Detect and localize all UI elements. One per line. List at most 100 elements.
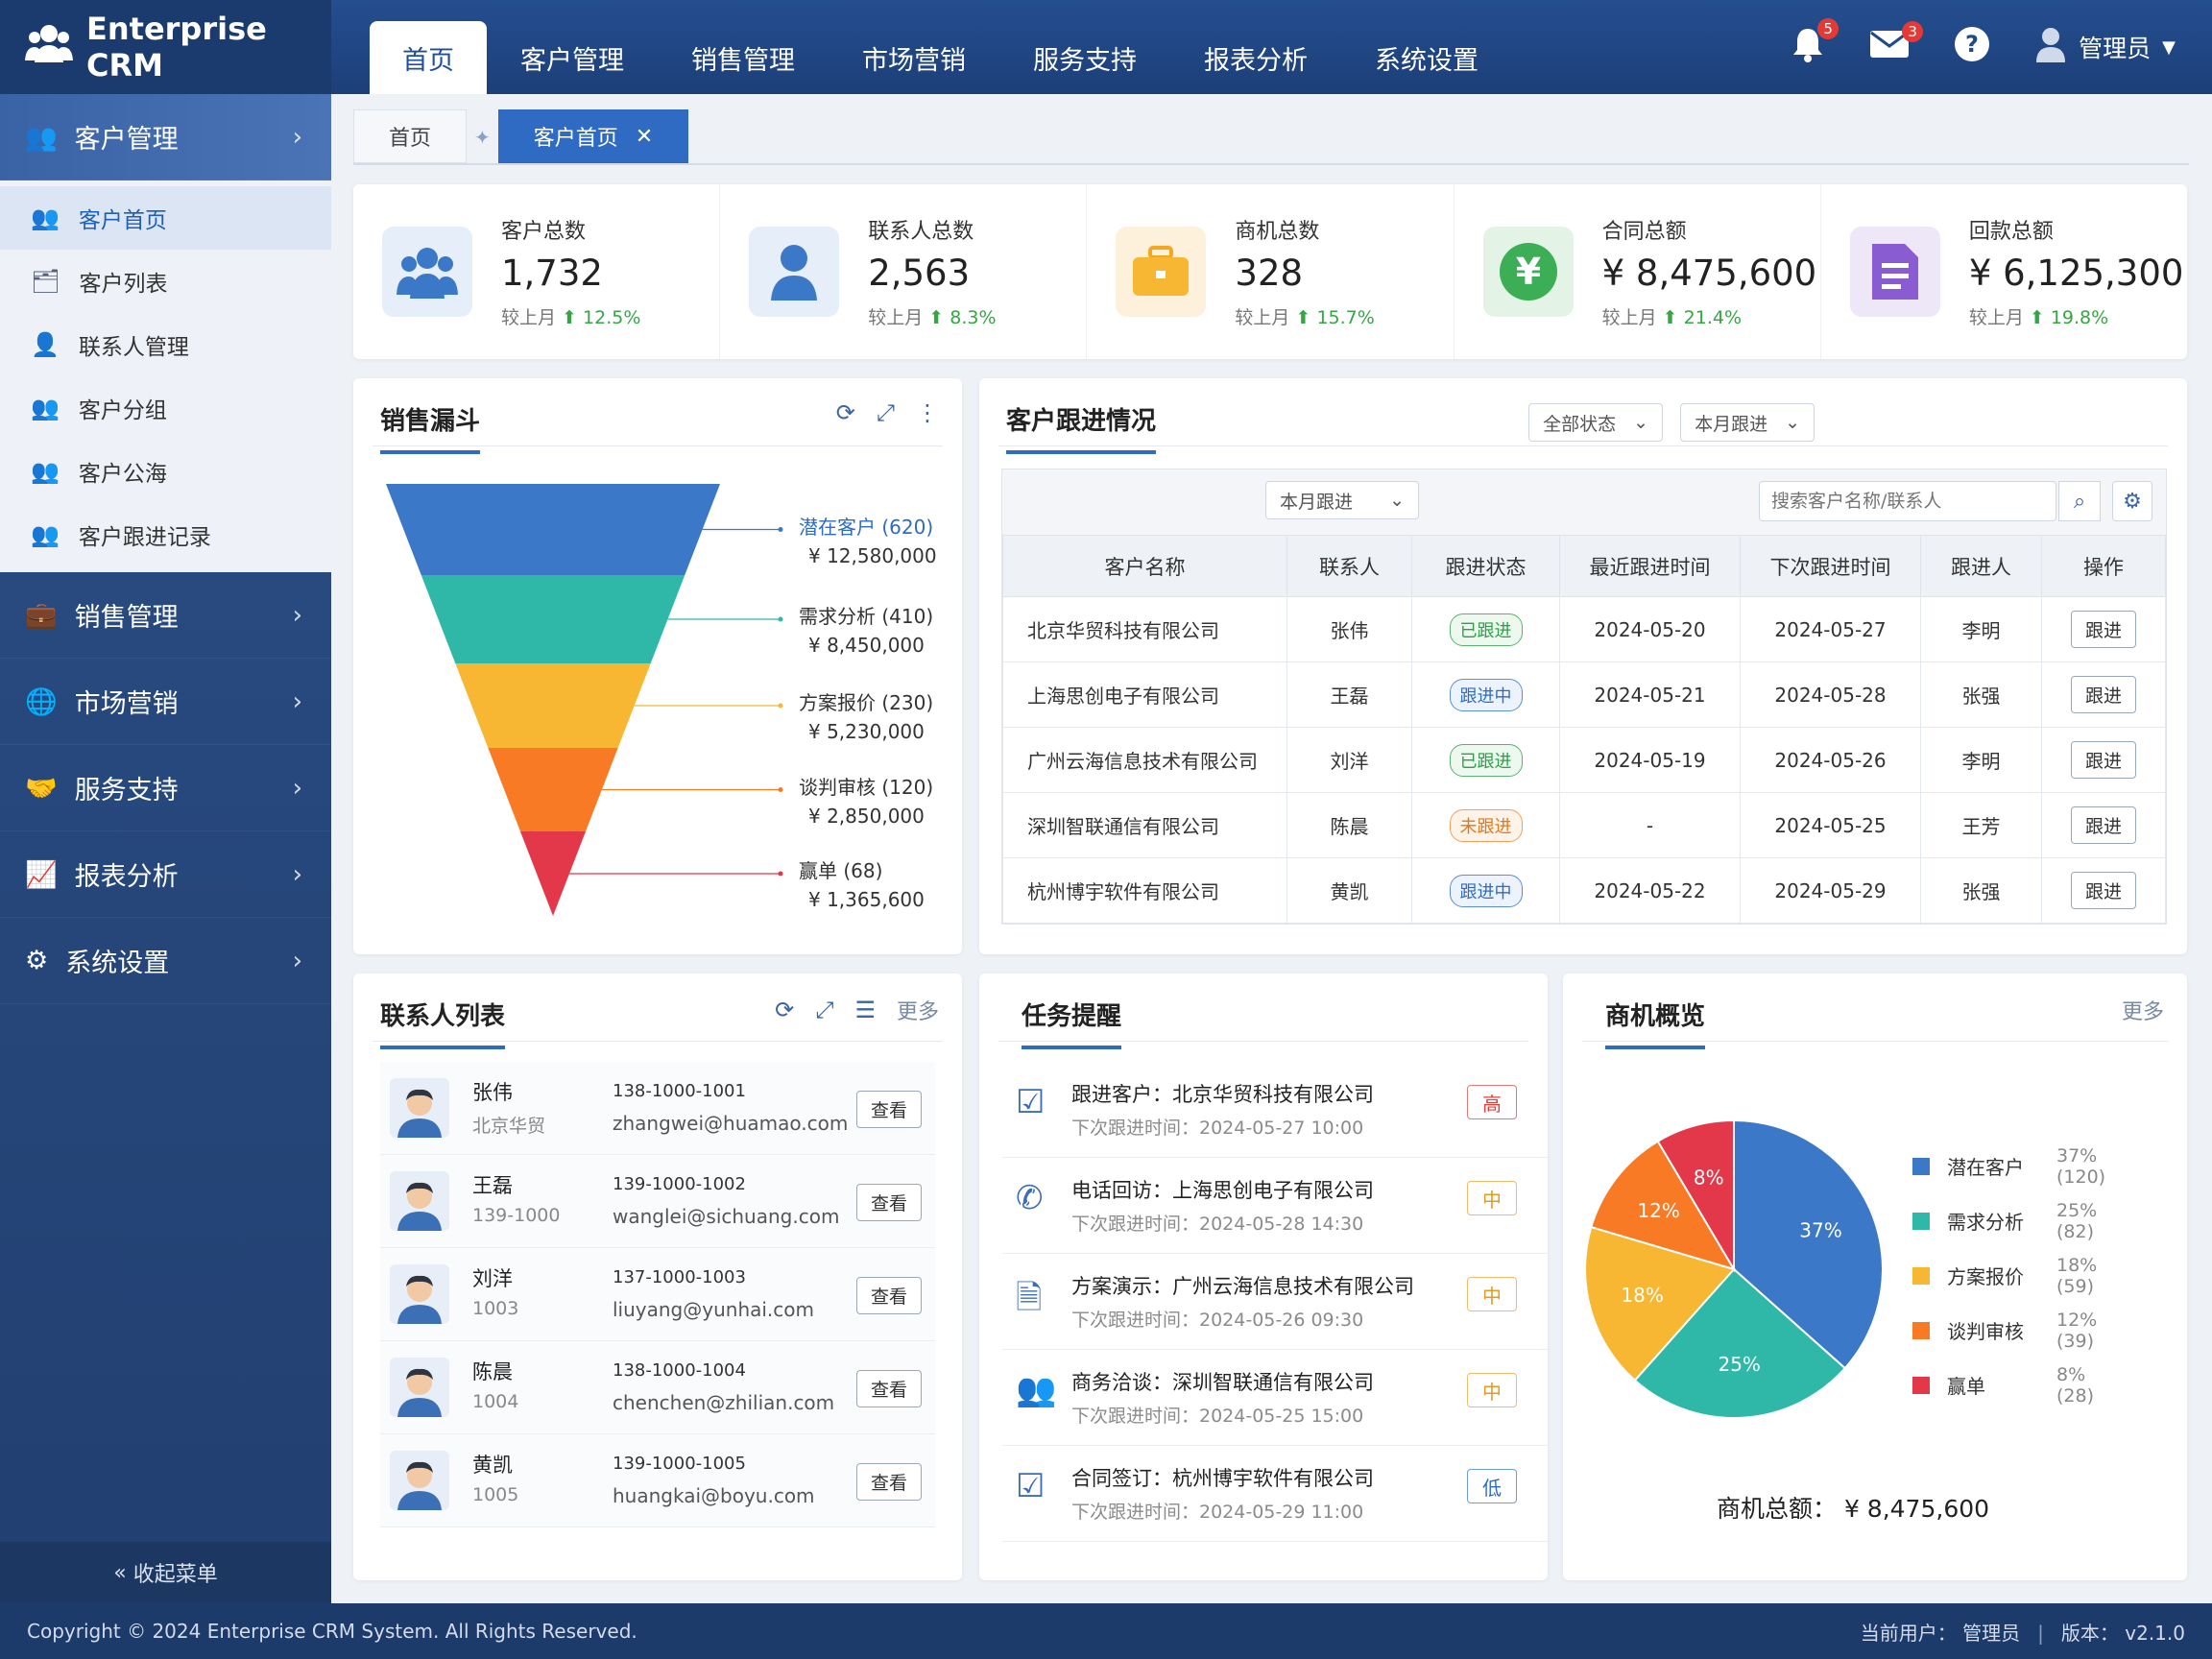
cell-customer-name[interactable]: 杭州博宇软件有限公司 [1002, 857, 1287, 924]
cell-customer-name[interactable]: 北京华贸科技有限公司 [1002, 596, 1287, 662]
sidebar-item-customer-list[interactable]: 🗂 客户列表 [0, 250, 331, 313]
contact-name[interactable]: 黄凯 [472, 1450, 513, 1479]
followup-button[interactable]: 跟进 [2070, 806, 2136, 844]
task-item[interactable]: 👥 商务洽谈：深圳智联通信有限公司 下次跟进时间：2024-05-25 15:00 中 [1002, 1350, 1550, 1446]
app-logo[interactable]: Enterprise CRM [0, 0, 331, 94]
sidebar-group-sales[interactable]: 💼 销售管理 › [0, 572, 331, 659]
nav-home[interactable]: 首页 [370, 21, 487, 94]
task-item[interactable]: ☑ 合同签订：杭州博宇软件有限公司 下次跟进时间：2024-05-29 11:00 低 [1002, 1446, 1550, 1542]
view-contact-button[interactable]: 查看 [855, 1370, 922, 1407]
cell-action: 跟进 [2041, 596, 2166, 662]
task-title: 电话回访：上海思创电子有限公司 [1071, 1179, 1374, 1202]
sidebar-item-label: 客户首页 [78, 208, 167, 233]
nav-settings[interactable]: 系统设置 [1341, 21, 1512, 94]
nav-sales[interactable]: 销售管理 [658, 21, 829, 94]
sidebar-group-reports[interactable]: 📈 报表分析 › [0, 831, 331, 918]
sidebar-item-followup-records[interactable]: 👥 客户跟进记录 [0, 503, 331, 566]
users-icon: 👥 [31, 458, 60, 485]
followup-button[interactable]: 跟进 [2070, 741, 2136, 779]
nav-reports[interactable]: 报表分析 [1170, 21, 1341, 94]
tab-customer-home[interactable]: 客户首页 ✕ [497, 109, 689, 163]
cell-customer-name[interactable]: 深圳智联通信有限公司 [1002, 792, 1287, 858]
status-filter-select[interactable]: 全部状态 ⌄ [1528, 403, 1664, 442]
cell-customer-name[interactable]: 广州云海信息技术有限公司 [1002, 727, 1287, 793]
stat-card: 回款总额 ¥ 6,125,300 较上月 ⬆ 19.8% [1821, 184, 2187, 359]
panel-tools: 更多 [2122, 995, 2164, 1025]
followup-button[interactable]: 跟进 [2070, 872, 2136, 909]
contact-subtitle: 1005 [472, 1484, 519, 1505]
sidebar-group-service[interactable]: 🤝 服务支持 › [0, 745, 331, 831]
view-contact-button[interactable]: 查看 [855, 1184, 922, 1221]
contact-subtitle: 139-1000 [472, 1205, 561, 1226]
close-icon[interactable]: ✕ [636, 125, 653, 149]
more-link[interactable]: 更多 [2122, 995, 2164, 1025]
contact-name[interactable]: 张伟 [472, 1077, 513, 1106]
avatar [390, 1078, 449, 1138]
search-icon[interactable]: ⌕ [2058, 481, 2101, 521]
view-contact-button[interactable]: 查看 [855, 1463, 922, 1501]
task-item[interactable]: ✆ 电话回访：上海思创电子有限公司 下次跟进时间：2024-05-28 14:30 中 [1002, 1158, 1550, 1254]
contact-name[interactable]: 王磊 [472, 1170, 513, 1199]
more-link[interactable]: 更多 [897, 995, 939, 1025]
expand-icon[interactable]: ⤢ [815, 997, 833, 1023]
sidebar-item-contacts[interactable]: 👤 联系人管理 [0, 313, 331, 376]
cell-customer-name[interactable]: 上海思创电子有限公司 [1002, 661, 1287, 728]
tab-home[interactable]: 首页 [353, 109, 468, 163]
table-row: 上海思创电子有限公司 王磊 跟进中 2024-05-21 2024-05-28 张强 跟进 [1002, 661, 2166, 728]
collapse-menu-button[interactable]: « 收起菜单 [0, 1542, 331, 1603]
task-item[interactable]: 🗎 方案演示：广州云海信息技术有限公司 下次跟进时间：2024-05-26 09:3… [1002, 1254, 1550, 1350]
cell-action: 跟进 [2041, 661, 2166, 728]
funnel-segment[interactable] [421, 575, 685, 663]
legend-item[interactable]: 需求分析 25% (82) [1912, 1193, 2097, 1248]
sidebar-item-label: 客户跟进记录 [78, 525, 211, 550]
contact-name[interactable]: 陈晨 [472, 1357, 513, 1385]
sidebar-item-public-pool[interactable]: 👥 客户公海 [0, 440, 331, 503]
view-contact-button[interactable]: 查看 [855, 1091, 922, 1128]
refresh-icon[interactable]: ⟳ [775, 997, 794, 1023]
legend-item[interactable]: 赢单 8% (28) [1912, 1358, 2094, 1412]
bell-icon[interactable]: 5 [1791, 18, 1839, 68]
sidebar-group-settings[interactable]: ⚙ 系统设置 › [0, 918, 331, 1004]
customer-search-input[interactable] [1759, 481, 2056, 521]
funnel-segment[interactable] [488, 748, 618, 831]
cell-last-followup: 2024-05-21 [1559, 661, 1741, 728]
period-filter-select[interactable]: 本月跟进 ⌄ [1680, 403, 1815, 442]
task-item[interactable]: ☑ 跟进客户：北京华贸科技有限公司 下次跟进时间：2024-05-27 10:00 高 [1002, 1062, 1550, 1158]
refresh-icon[interactable]: ⟳ [836, 399, 855, 426]
more-vertical-icon[interactable]: ⋮ [916, 399, 939, 426]
sidebar-item-groups[interactable]: 👥 客户分组 [0, 376, 331, 440]
legend-item[interactable]: 方案报价 18% (59) [1912, 1248, 2097, 1303]
funnel-leader-dot [778, 703, 783, 709]
select-value: 本月跟进 [1695, 413, 1768, 435]
contact-icon: 👤 [31, 331, 60, 358]
funnel-segment[interactable] [386, 484, 720, 575]
nav-customer[interactable]: 客户管理 [487, 21, 658, 94]
followup-button[interactable]: 跟进 [2070, 611, 2136, 648]
nav-marketing[interactable]: 市场营销 [829, 21, 999, 94]
legend-swatch [1912, 1266, 1930, 1285]
inner-period-select[interactable]: 本月跟进 ⌄ [1265, 481, 1419, 519]
legend-item[interactable]: 谈判审核 12% (39) [1912, 1303, 2097, 1358]
followup-button[interactable]: 跟进 [2070, 676, 2136, 713]
sidebar-group-customer[interactable]: 👥 客户管理 › [0, 94, 331, 180]
funnel-segment[interactable] [455, 663, 651, 748]
legend-item[interactable]: 潜在客户 37% (120) [1912, 1139, 2105, 1193]
mail-icon[interactable]: 3 [1869, 21, 1924, 65]
document-icon: 🗎 [1016, 1279, 1043, 1317]
nav-service[interactable]: 服务支持 [999, 21, 1170, 94]
header-actions: 5 3 ? 管理员 ▼ [1791, 0, 2176, 94]
contact-name[interactable]: 刘洋 [472, 1263, 513, 1292]
list-icon[interactable]: ☰ [854, 997, 876, 1023]
stat-label: 客户总数 [501, 220, 587, 244]
view-contact-button[interactable]: 查看 [855, 1277, 922, 1314]
expand-icon[interactable]: ⤢ [877, 399, 895, 426]
stat-card: 联系人总数 2,563 较上月 ⬆ 8.3% [720, 184, 1088, 359]
chevron-down-icon: ⌄ [1633, 412, 1649, 433]
panel-title: 联系人列表 [380, 997, 506, 1049]
gear-icon[interactable]: ⚙ [2112, 481, 2152, 521]
sidebar-group-marketing[interactable]: 🌐 市场营销 › [0, 659, 331, 745]
sidebar-item-customer-home[interactable]: 👥 客户首页 [0, 186, 331, 250]
user-menu[interactable]: 管理员 ▼ [2034, 26, 2176, 68]
stat-trend: 较上月 ⬆ 12.5% [501, 307, 641, 328]
help-icon[interactable]: ? [1954, 26, 1990, 68]
